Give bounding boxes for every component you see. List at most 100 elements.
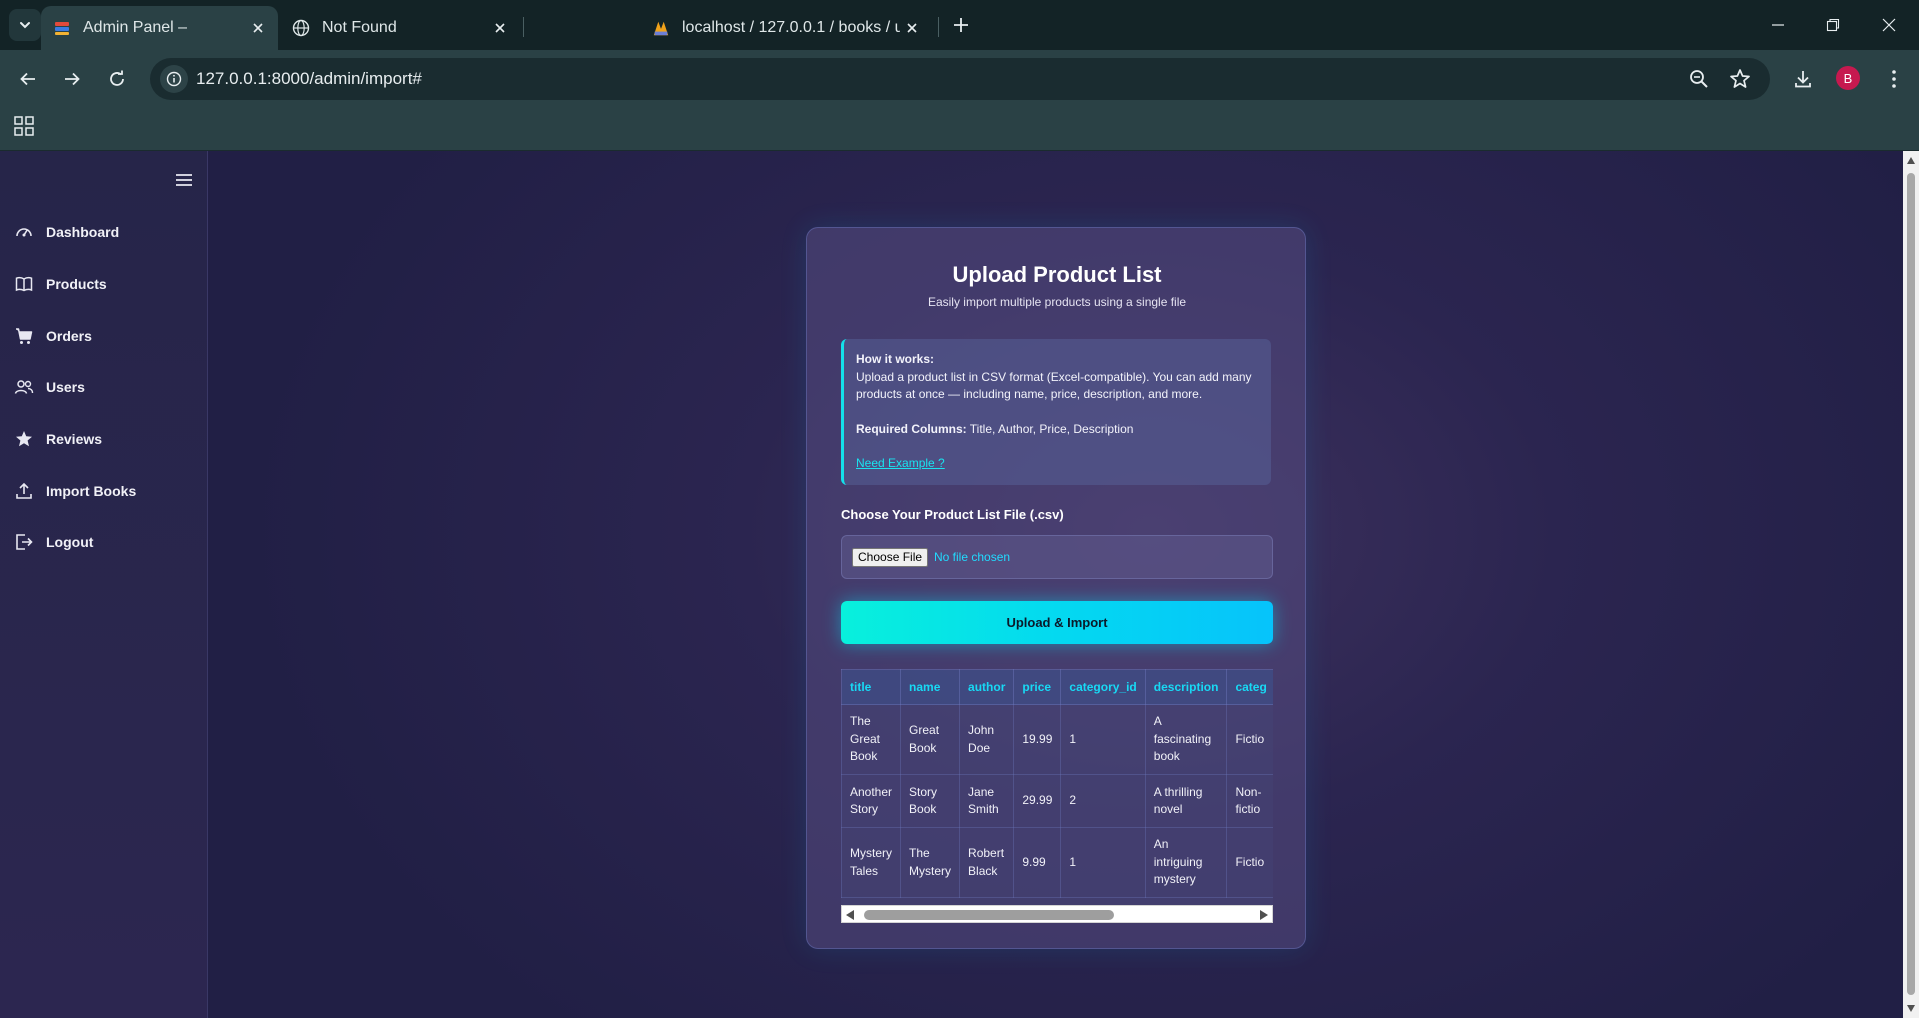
table-cell: Story Book <box>900 774 961 828</box>
hamburger-menu-icon[interactable] <box>174 171 194 189</box>
scroll-left-arrow-icon[interactable] <box>846 910 854 920</box>
sidebar-item-label: Reviews <box>46 431 103 447</box>
table-cell: John Doe <box>959 704 1015 775</box>
tab-separator <box>523 17 524 37</box>
file-input[interactable]: Choose File No file chosen <box>841 535 1273 579</box>
required-label: Required Columns: <box>856 421 967 436</box>
table-cell: 9.99 <box>1013 827 1062 898</box>
phpmyadmin-icon <box>652 19 670 37</box>
tab-localhost-books[interactable]: localhost / 127.0.0.1 / books / u <box>640 6 932 50</box>
table-cell: The Mystery <box>900 827 961 898</box>
table-cell: The Great Book <box>841 704 902 775</box>
scrollbar-thumb[interactable] <box>864 910 1114 920</box>
table-cell: Fictio <box>1226 827 1273 898</box>
sidebar-item-label: Orders <box>46 328 92 344</box>
upload-icon <box>14 481 34 501</box>
column-header: author <box>959 669 1015 705</box>
sidebar-item-import-books[interactable]: Import Books <box>14 476 194 506</box>
book-icon <box>14 274 34 294</box>
required-columns: Required Columns: Title, Author, Price, … <box>856 421 1257 439</box>
example-table-container[interactable]: title name author price category_id desc… <box>841 669 1273 905</box>
scroll-right-arrow-icon[interactable] <box>1260 910 1268 920</box>
tab-not-found[interactable]: Not Found <box>280 6 520 50</box>
sidebar-item-reviews[interactable]: Reviews <box>14 424 194 454</box>
minimize-icon <box>1772 24 1784 26</box>
sidebar-item-products[interactable]: Products <box>14 269 194 299</box>
downloads-button[interactable] <box>1787 63 1819 95</box>
file-status: No file chosen <box>934 550 1011 564</box>
scrollbar-thumb[interactable] <box>1907 173 1915 995</box>
table-cell: Non-fictio <box>1226 774 1273 828</box>
menu-button[interactable] <box>1878 63 1910 95</box>
reload-button[interactable] <box>101 63 133 95</box>
profile-avatar[interactable]: B <box>1836 66 1860 90</box>
upload-import-button[interactable]: Upload & Import <box>841 601 1273 644</box>
column-header: categ <box>1226 669 1273 705</box>
scroll-up-arrow-icon[interactable] <box>1907 157 1915 164</box>
logout-icon <box>14 532 34 552</box>
close-tab-icon[interactable] <box>488 16 512 40</box>
table-cell: An intriguing mystery <box>1144 827 1228 898</box>
chevron-down-icon <box>20 22 30 29</box>
close-tab-icon[interactable] <box>246 16 270 40</box>
sidebar-item-label: Dashboard <box>46 224 120 240</box>
tab-admin-panel[interactable]: Admin Panel – <box>41 6 278 50</box>
table-cell: Jane Smith <box>959 774 1015 828</box>
sidebar: Dashboard Products Orders Users Reviews … <box>0 151 208 1018</box>
table-cell: Great Book <box>900 704 961 775</box>
table-cell: 19.99 <box>1013 704 1062 775</box>
site-info-icon[interactable] <box>160 65 188 93</box>
forward-button[interactable] <box>56 63 88 95</box>
reload-icon <box>110 70 124 86</box>
restore-button[interactable] <box>1818 10 1848 40</box>
sidebar-item-logout[interactable]: Logout <box>14 527 194 557</box>
back-button[interactable] <box>12 63 44 95</box>
table-cell: 29.99 <box>1013 774 1062 828</box>
users-icon <box>14 377 34 397</box>
file-label: Choose Your Product List File (.csv) <box>841 507 1064 522</box>
app-favicon <box>53 19 71 37</box>
browser-toolbar: 127.0.0.1:8000/admin/import# <box>0 50 1919 108</box>
sidebar-item-dashboard[interactable]: Dashboard <box>14 217 194 247</box>
url-text[interactable]: 127.0.0.1:8000/admin/import# <box>196 69 422 89</box>
column-header: price <box>1013 669 1062 705</box>
how-heading: How it works: <box>856 352 935 366</box>
address-bar[interactable]: 127.0.0.1:8000/admin/import# <box>150 58 1770 100</box>
table-row: Mystery Tales The Mystery Robert Black 9… <box>841 827 1273 898</box>
column-header: title <box>841 669 902 705</box>
plus-icon <box>954 18 968 32</box>
new-tab-button[interactable] <box>948 12 974 38</box>
close-tab-icon[interactable] <box>900 16 924 40</box>
sidebar-item-label: Import Books <box>46 483 137 499</box>
choose-file-button[interactable]: Choose File <box>852 548 929 567</box>
example-table: title name author price category_id desc… <box>841 669 1273 898</box>
table-header-row: title name author price category_id desc… <box>841 669 1273 705</box>
close-window-button[interactable] <box>1874 10 1904 40</box>
table-cell: 2 <box>1060 774 1146 828</box>
tab-search-button[interactable] <box>9 9 41 41</box>
arrow-right-icon <box>65 72 80 86</box>
star-icon <box>14 429 34 449</box>
table-cell: 1 <box>1060 827 1146 898</box>
bookmark-star-icon[interactable] <box>1728 67 1752 91</box>
page-content: Dashboard Products Orders Users Reviews … <box>0 151 1919 1018</box>
minimize-button[interactable] <box>1763 10 1793 40</box>
zoom-icon[interactable] <box>1687 67 1711 91</box>
upload-card: Upload Product List Easily import multip… <box>806 227 1306 949</box>
sidebar-item-orders[interactable]: Orders <box>14 321 194 351</box>
tab-title: localhost / 127.0.0.1 / books / u <box>682 19 900 36</box>
table-cell: Mystery Tales <box>841 827 902 898</box>
table-cell: 1 <box>1060 704 1146 775</box>
table-cell: Robert Black <box>959 827 1015 898</box>
table-horizontal-scrollbar[interactable] <box>841 905 1273 923</box>
table-row: Another Story Story Book Jane Smith 29.9… <box>841 774 1273 828</box>
arrow-left-icon <box>20 72 35 86</box>
page-vertical-scrollbar[interactable] <box>1903 151 1919 1018</box>
tab-separator <box>938 17 939 37</box>
scroll-down-arrow-icon[interactable] <box>1907 1005 1915 1012</box>
apps-grid-icon[interactable] <box>14 116 34 136</box>
table-cell: A thrilling novel <box>1144 774 1228 828</box>
need-example-link[interactable]: Need Example ? <box>856 456 945 470</box>
sidebar-item-users[interactable]: Users <box>14 372 194 402</box>
required-value: Title, Author, Price, Description <box>966 421 1134 436</box>
